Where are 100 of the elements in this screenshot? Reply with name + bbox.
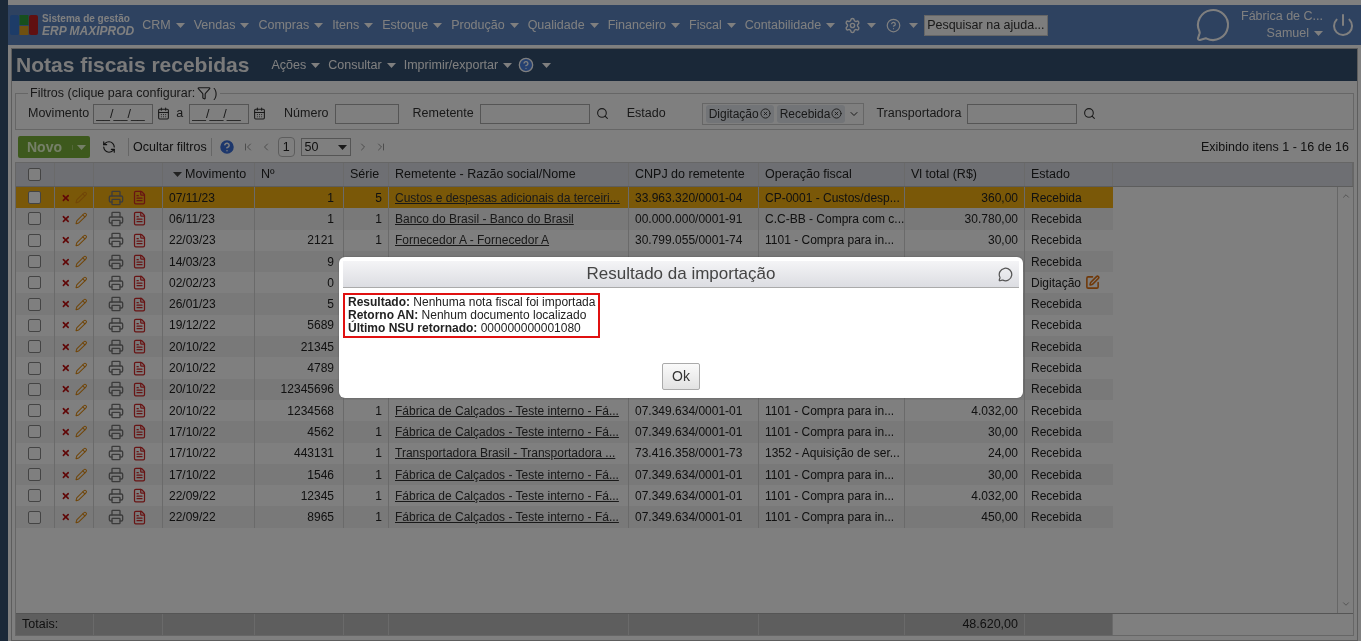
delete-icon[interactable] xyxy=(61,341,71,352)
scroll-up-icon[interactable] xyxy=(1340,191,1351,201)
search-icon[interactable] xyxy=(1083,107,1097,121)
help-icon[interactable] xyxy=(518,57,535,73)
print-icon[interactable] xyxy=(108,381,124,398)
sender-link[interactable]: Fábrica de Calçados - Teste interno - Fá... xyxy=(395,401,619,420)
print-icon[interactable] xyxy=(108,232,124,249)
print-icon[interactable] xyxy=(108,445,124,462)
delete-icon[interactable] xyxy=(61,512,71,523)
edit-icon[interactable] xyxy=(74,361,87,375)
remove-icon[interactable] xyxy=(759,108,771,120)
menu-item[interactable]: Vendas xyxy=(193,15,236,35)
filter-icon[interactable] xyxy=(197,86,212,101)
pdf-icon[interactable] xyxy=(132,360,147,376)
edit-icon[interactable] xyxy=(74,212,87,226)
delete-icon[interactable] xyxy=(61,448,71,459)
page-menu[interactable]: Ações xyxy=(271,55,307,75)
column-header[interactable]: Nº xyxy=(255,163,344,186)
table-row[interactable]: 07/11/23 1 5 Custos e despesas adicionais da terceiri... 33.963.320/0001-04 CP-0001 - Custos/desp... 360,00 Recebida xyxy=(16,187,1113,209)
sender-link[interactable]: Fábrica de Calçados - Teste interno - Fá... xyxy=(395,465,619,484)
status-tag[interactable]: Recebida xyxy=(776,104,846,123)
sender-link[interactable]: Custos e despesas adicionais da terceiri... xyxy=(395,188,620,207)
page-menu[interactable]: Imprimir/exportar xyxy=(403,55,499,75)
settings-icon[interactable] xyxy=(844,16,862,34)
column-header[interactable]: Vl total (R$) xyxy=(905,163,1025,186)
row-checkbox[interactable] xyxy=(28,446,41,460)
search-icon[interactable] xyxy=(595,107,609,121)
edit-icon[interactable] xyxy=(1085,275,1101,291)
row-checkbox[interactable] xyxy=(28,361,41,375)
pdf-icon[interactable] xyxy=(132,509,147,525)
pdf-icon[interactable] xyxy=(132,275,147,291)
help-search-field[interactable]: Pesquisar na ajuda... xyxy=(924,14,1049,36)
sender-link[interactable]: Fábrica de Calçados - Teste interno - Fá... xyxy=(395,486,619,505)
help-icon[interactable] xyxy=(886,17,902,33)
row-checkbox[interactable] xyxy=(28,404,41,418)
pdf-icon[interactable] xyxy=(132,296,147,312)
row-checkbox[interactable] xyxy=(28,340,41,354)
delete-icon[interactable] xyxy=(61,426,71,437)
sender-link[interactable]: Fábrica de Calçados - Teste interno - Fá... xyxy=(395,508,619,527)
delete-icon[interactable] xyxy=(61,363,71,373)
column-header[interactable]: CNPJ do remetente xyxy=(629,163,759,186)
table-row[interactable]: 22/09/22 8965 1 Fábrica de Calçados - Teste interno - Fá... 07.349.634/0001-01 1101 - Compra para in... 450,00 Recebida xyxy=(16,506,1113,528)
delete-icon[interactable] xyxy=(61,384,71,395)
print-icon[interactable] xyxy=(108,317,124,334)
column-header[interactable]: Estado xyxy=(1025,163,1113,186)
help-icon[interactable] xyxy=(217,138,236,156)
status-tag[interactable]: Digitação xyxy=(705,104,774,123)
delete-icon[interactable] xyxy=(61,213,71,224)
calendar-icon[interactable] xyxy=(157,107,171,121)
delete-icon[interactable] xyxy=(61,490,71,501)
carrier-field[interactable] xyxy=(967,103,1078,124)
sender-link[interactable]: Fábrica de Calçados - Teste interno - Fá... xyxy=(395,422,619,441)
user-name[interactable]: Samuel xyxy=(1266,25,1309,42)
edit-icon[interactable] xyxy=(74,382,87,396)
status-select[interactable]: Digitação Recebida xyxy=(701,102,865,125)
delete-icon[interactable] xyxy=(61,235,71,246)
delete-icon[interactable] xyxy=(61,277,71,288)
row-checkbox[interactable] xyxy=(28,233,41,247)
pdf-icon[interactable] xyxy=(132,445,147,461)
edit-icon[interactable] xyxy=(74,446,87,460)
pdf-icon[interactable] xyxy=(132,254,147,270)
edit-icon[interactable] xyxy=(74,468,87,481)
sender-link[interactable]: Fornecedor A - Fornecedor A xyxy=(395,231,550,250)
menu-item[interactable]: Produção xyxy=(451,15,505,35)
date-field[interactable]: __/__/__ xyxy=(93,103,154,124)
refresh-icon[interactable] xyxy=(102,140,116,154)
print-icon[interactable] xyxy=(108,402,124,419)
remove-icon[interactable] xyxy=(831,108,843,120)
column-header[interactable]: Remetente - Razão social/Nome xyxy=(389,163,629,186)
print-icon[interactable] xyxy=(108,189,124,206)
table-row[interactable]: 17/10/22 1546 1 Fábrica de Calçados - Teste interno - Fá... 07.349.634/0001-01 1101 - Compra para in... 30,00 Recebida xyxy=(16,463,1113,486)
edit-icon[interactable] xyxy=(74,318,87,332)
print-icon[interactable] xyxy=(108,210,124,227)
menu-item[interactable]: Estoque xyxy=(382,15,429,35)
print-icon[interactable] xyxy=(108,253,124,270)
pdf-icon[interactable] xyxy=(132,211,147,227)
print-icon[interactable] xyxy=(108,423,124,440)
delete-icon[interactable] xyxy=(61,469,71,480)
ok-button[interactable]: Ok xyxy=(662,363,700,390)
chat-icon[interactable] xyxy=(1195,7,1231,43)
edit-icon[interactable] xyxy=(74,276,87,290)
print-icon[interactable] xyxy=(108,274,124,291)
comment-icon[interactable] xyxy=(998,267,1013,282)
page-menu[interactable]: Consultar xyxy=(328,55,382,75)
pdf-icon[interactable] xyxy=(132,317,147,333)
delete-icon[interactable] xyxy=(61,405,71,416)
scroll-down-icon[interactable] xyxy=(1340,599,1351,609)
print-icon[interactable] xyxy=(108,338,124,355)
row-checkbox[interactable] xyxy=(28,489,41,503)
menu-item[interactable]: Itens xyxy=(332,15,360,35)
row-checkbox[interactable] xyxy=(28,318,41,332)
sender-link[interactable]: Banco do Brasil - Banco do Brasil xyxy=(395,209,574,228)
print-icon[interactable] xyxy=(108,509,124,526)
edit-icon[interactable] xyxy=(74,340,87,354)
number-field[interactable] xyxy=(334,103,399,124)
pdf-icon[interactable] xyxy=(132,339,147,355)
pdf-icon[interactable] xyxy=(132,381,147,397)
date-field[interactable]: __/__/__ xyxy=(189,103,250,124)
row-checkbox[interactable] xyxy=(28,191,41,205)
filters-legend[interactable]: Filtros (clique para configurar: xyxy=(30,84,196,103)
